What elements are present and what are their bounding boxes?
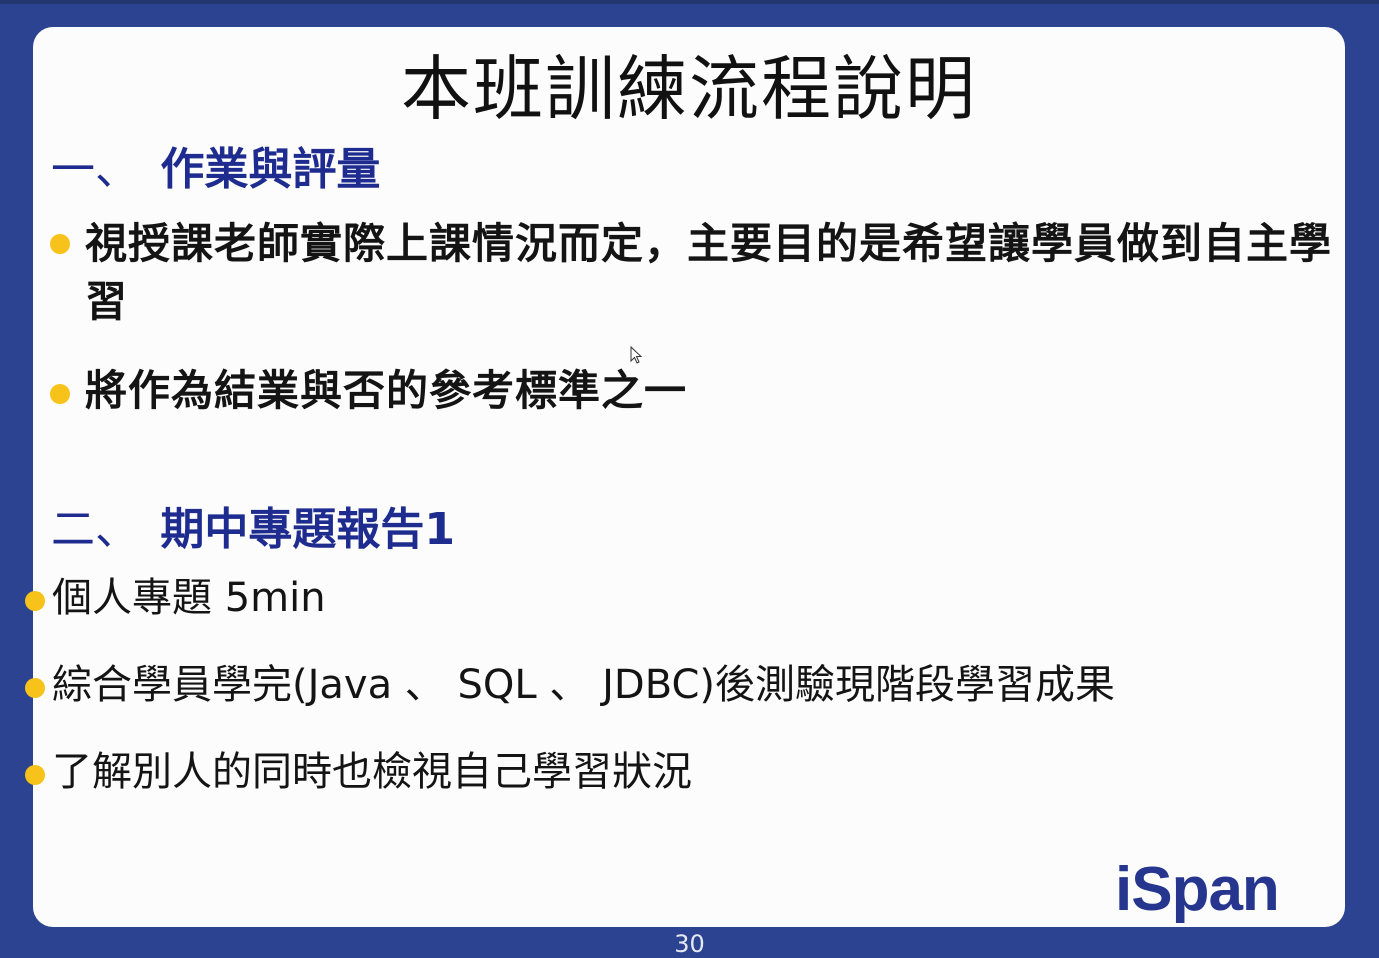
section-number-2: 二、 [51,504,139,555]
section-title-2: 期中專題報告1 [160,504,455,555]
bullet-dot-icon [50,384,70,404]
bullet-item: 將作為結業與否的參考標準之一 [85,366,688,415]
section-heading-2: 二、 期中專題報告1 [51,493,455,557]
bullet-dot-icon [25,678,45,698]
bullet-item: 視授課老師實際上課情況而定，主要目的是希望讓學員做到自主學習 [85,219,1333,326]
page-number: 30 [674,930,705,958]
bullet-dot-icon [25,591,45,611]
section-heading-1: 一、 作業與評量 [51,133,380,197]
window-top-strip [0,0,1379,4]
slide-title: 本班訓練流程說明 [401,48,977,130]
bullet-dot-icon [50,234,70,254]
section-title-1: 作業與評量 [160,144,381,195]
ispan-logo: iSpan [1115,855,1280,924]
section-number-1: 一、 [51,144,139,195]
bullet-item: 個人專題 5min [52,575,326,621]
slide-canvas: 本班訓練流程說明 一、 作業與評量 視授課老師實際上課情況而定，主要目的是希望讓… [25,27,1345,927]
bullet-item: 綜合學員學完(Java 、 SQL 、 JDBC)後測驗現階段學習成果 [52,662,1115,708]
bullet-dot-icon [25,765,45,785]
mouse-cursor-icon [630,346,642,364]
bullet-item: 了解別人的同時也檢視自己學習狀況 [52,749,692,795]
